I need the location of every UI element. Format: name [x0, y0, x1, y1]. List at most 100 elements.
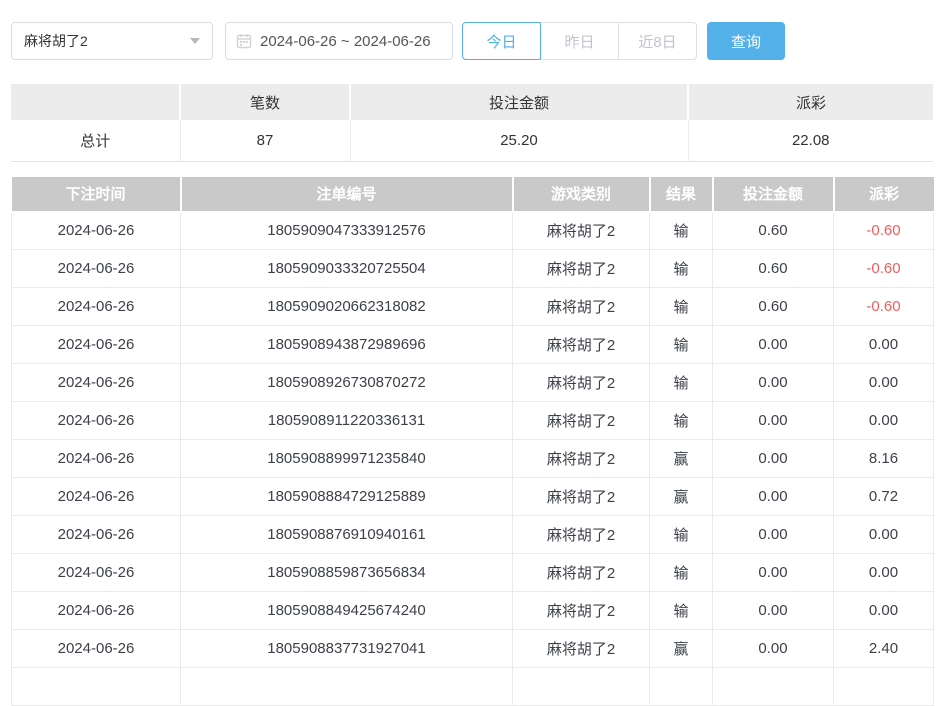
- header-payout: 派彩: [834, 177, 934, 212]
- table-row: 2024-06-26 1805908911220336131 麻将胡了2 输 0…: [12, 402, 934, 440]
- cell-result: 输: [650, 212, 713, 250]
- cell-payout: 0.72: [834, 478, 934, 516]
- cell-bet-time: [12, 668, 181, 706]
- summary-table: 笔数 投注金额 派彩 总计 87 25.20 22.08: [11, 84, 933, 162]
- cell-bet-time: 2024-06-26: [12, 630, 181, 668]
- cell-order-id: 1805909033320725504: [181, 250, 513, 288]
- bet-table-body: 2024-06-26 1805909047333912576 麻将胡了2 输 0…: [12, 212, 934, 706]
- cell-result: 赢: [650, 440, 713, 478]
- cell-order-id: 1805909047333912576: [181, 212, 513, 250]
- cell-result: 输: [650, 516, 713, 554]
- cell-result: 输: [650, 402, 713, 440]
- cell-bet-amount: 0.00: [713, 326, 834, 364]
- cell-bet-amount: 0.60: [713, 250, 834, 288]
- cell-game-type: 麻将胡了2: [513, 478, 650, 516]
- cell-game-type: 麻将胡了2: [513, 364, 650, 402]
- cell-game-type: 麻将胡了2: [513, 288, 650, 326]
- summary-total-row: 总计 87 25.20 22.08: [11, 120, 933, 161]
- table-row: 2024-06-26 1805908876910940161 麻将胡了2 输 0…: [12, 516, 934, 554]
- cell-bet-time: 2024-06-26: [12, 212, 181, 250]
- header-bet-amount: 投注金额: [713, 177, 834, 212]
- table-row: 2024-06-26 1805908859873656834 麻将胡了2 输 0…: [12, 554, 934, 592]
- cell-payout: -0.60: [834, 288, 934, 326]
- summary-header-bet-amount: 投注金额: [350, 84, 688, 120]
- caret-down-icon: [190, 38, 200, 44]
- cell-bet-time: 2024-06-26: [12, 364, 181, 402]
- quick-range-group: 今日 昨日 近8日: [462, 22, 697, 60]
- table-row: 2024-06-26 1805908943872989696 麻将胡了2 输 0…: [12, 326, 934, 364]
- cell-order-id: 1805908926730870272: [181, 364, 513, 402]
- cell-bet-time: 2024-06-26: [12, 288, 181, 326]
- cell-order-id: 1805908859873656834: [181, 554, 513, 592]
- summary-header-count: 笔数: [180, 84, 350, 120]
- cell-payout: 8.16: [834, 440, 934, 478]
- cell-game-type: 麻将胡了2: [513, 326, 650, 364]
- cell-order-id: 1805908899971235840: [181, 440, 513, 478]
- cell-bet-time: 2024-06-26: [12, 250, 181, 288]
- query-button[interactable]: 查询: [707, 22, 785, 60]
- cell-payout: 0.00: [834, 516, 934, 554]
- cell-bet-time: 2024-06-26: [12, 516, 181, 554]
- table-row: 2024-06-26 1805908849425674240 麻将胡了2 输 0…: [12, 592, 934, 630]
- cell-bet-time: 2024-06-26: [12, 478, 181, 516]
- cell-payout: 2.40: [834, 630, 934, 668]
- game-select-value: 麻将胡了2: [24, 31, 88, 51]
- cell-result: 输: [650, 364, 713, 402]
- bet-table-header-row: 下注时间 注单编号 游戏类别 结果 投注金额 派彩: [12, 177, 934, 212]
- header-result: 结果: [650, 177, 713, 212]
- cell-game-type: 麻将胡了2: [513, 402, 650, 440]
- header-order-id: 注单编号: [181, 177, 513, 212]
- cell-game-type: [513, 668, 650, 706]
- cell-game-type: 麻将胡了2: [513, 630, 650, 668]
- cell-bet-time: 2024-06-26: [12, 402, 181, 440]
- summary-header-row: 笔数 投注金额 派彩: [11, 84, 933, 120]
- cell-bet-time: 2024-06-26: [12, 592, 181, 630]
- cell-order-id: 1805908884729125889: [181, 478, 513, 516]
- cell-payout: -0.60: [834, 250, 934, 288]
- date-range-value: 2024-06-26 ~ 2024-06-26: [260, 33, 431, 50]
- header-bet-time: 下注时间: [12, 177, 181, 212]
- cell-game-type: 麻将胡了2: [513, 592, 650, 630]
- cell-order-id: 1805908943872989696: [181, 326, 513, 364]
- cell-result: 赢: [650, 630, 713, 668]
- cell-result: 输: [650, 326, 713, 364]
- cell-result: 输: [650, 250, 713, 288]
- cell-result: 赢: [650, 478, 713, 516]
- date-range-input[interactable]: 2024-06-26 ~ 2024-06-26: [225, 22, 453, 60]
- filter-bar: 麻将胡了2 2024-06-26 ~ 2024-06-26 今日 昨日 近8日 …: [11, 22, 944, 60]
- summary-header-empty: [11, 84, 180, 120]
- cell-payout: -0.60: [834, 212, 934, 250]
- cell-bet-amount: 0.00: [713, 516, 834, 554]
- cell-bet-amount: [713, 668, 834, 706]
- table-row: 2024-06-26 1805908884729125889 麻将胡了2 赢 0…: [12, 478, 934, 516]
- calendar-icon: [236, 33, 252, 49]
- cell-bet-amount: 0.00: [713, 554, 834, 592]
- cell-game-type: 麻将胡了2: [513, 554, 650, 592]
- table-row: 2024-06-26 1805908926730870272 麻将胡了2 输 0…: [12, 364, 934, 402]
- quick-range-today-button[interactable]: 今日: [462, 22, 541, 60]
- cell-bet-time: 2024-06-26: [12, 554, 181, 592]
- summary-total-label: 总计: [11, 120, 180, 161]
- cell-payout: 0.00: [834, 592, 934, 630]
- quick-range-last8days-button[interactable]: 近8日: [618, 22, 697, 60]
- summary-total-bet-amount: 25.20: [350, 120, 688, 161]
- cell-bet-amount: 0.60: [713, 288, 834, 326]
- game-select[interactable]: 麻将胡了2: [11, 22, 213, 60]
- header-game-type: 游戏类别: [513, 177, 650, 212]
- cell-payout: 0.00: [834, 554, 934, 592]
- cell-game-type: 麻将胡了2: [513, 440, 650, 478]
- table-row: 2024-06-26 1805908837731927041 麻将胡了2 赢 0…: [12, 630, 934, 668]
- cell-bet-amount: 0.00: [713, 592, 834, 630]
- cell-order-id: 1805908876910940161: [181, 516, 513, 554]
- table-row: 2024-06-26 1805909047333912576 麻将胡了2 输 0…: [12, 212, 934, 250]
- summary-total-count: 87: [180, 120, 350, 161]
- cell-bet-amount: 0.00: [713, 364, 834, 402]
- cell-payout: 0.00: [834, 364, 934, 402]
- cell-order-id: [181, 668, 513, 706]
- table-row: 2024-06-26 1805909033320725504 麻将胡了2 输 0…: [12, 250, 934, 288]
- cell-bet-amount: 0.00: [713, 402, 834, 440]
- cell-result: 输: [650, 554, 713, 592]
- table-row-partial: [12, 668, 934, 706]
- cell-bet-amount: 0.60: [713, 212, 834, 250]
- quick-range-yesterday-button[interactable]: 昨日: [540, 22, 619, 60]
